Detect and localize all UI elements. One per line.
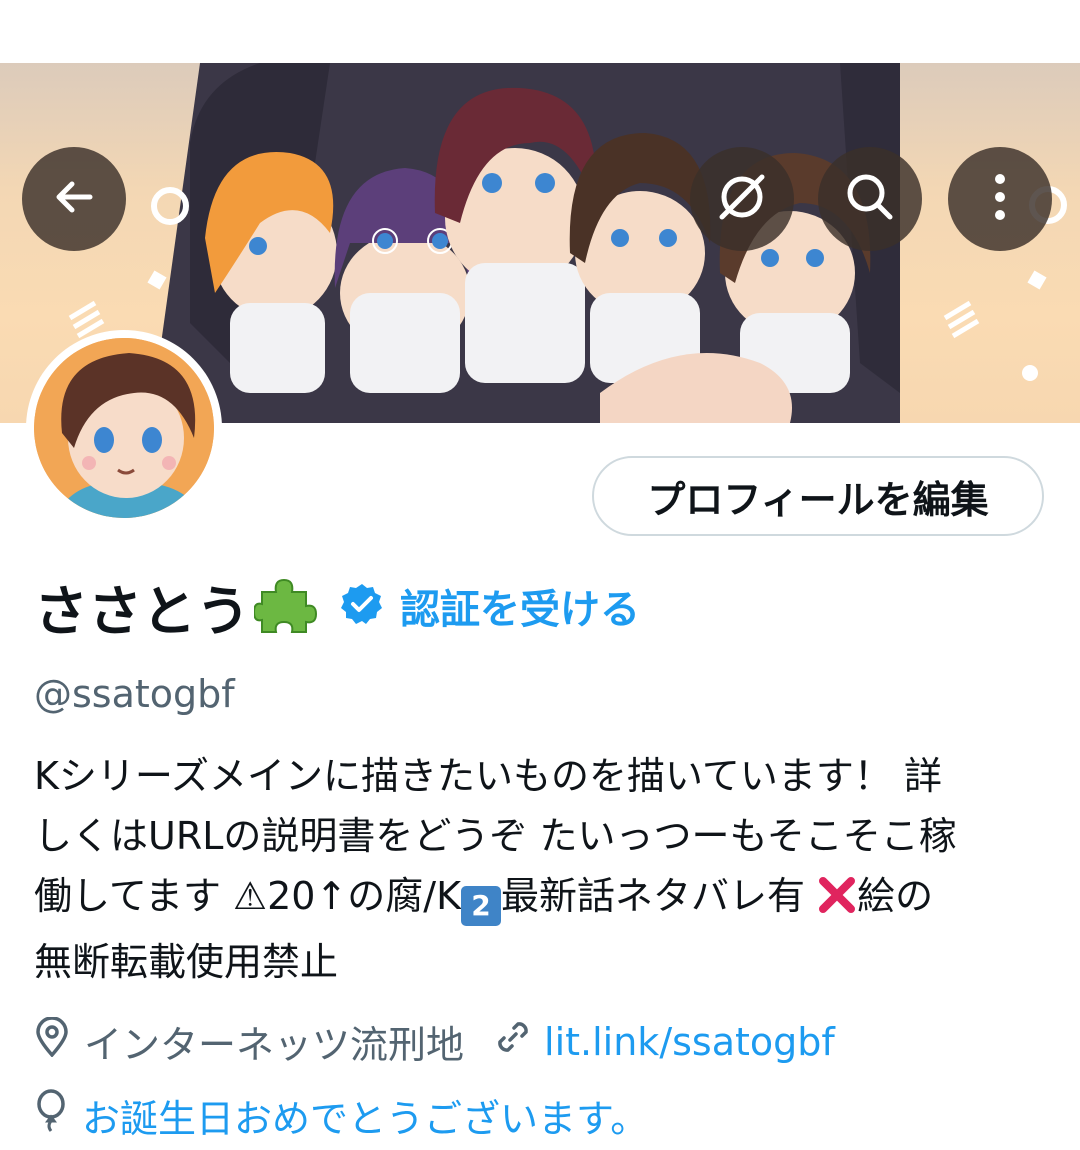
location-text: インターネッツ流刑地	[84, 1023, 465, 1067]
grok-slash-circle-icon	[714, 169, 770, 229]
search-button[interactable]	[818, 147, 922, 251]
balloon-icon	[34, 1089, 68, 1142]
bio-text: 最新話ネタバレ有	[501, 874, 818, 918]
profile-bio: Kシリーズメインに描きたいものを描いています！ 詳 しくはURLの説明書をどうぞ…	[34, 746, 1054, 992]
bio-text: 働してます ⚠20↑の腐/K	[34, 874, 462, 918]
more-options-button[interactable]	[948, 147, 1052, 251]
grok-button[interactable]	[690, 147, 794, 251]
vertical-ellipsis-icon	[990, 169, 1010, 229]
status-bar-area	[0, 0, 1080, 63]
name-row: ささとう 認証を受ける	[34, 566, 640, 646]
arrow-left-icon	[50, 173, 98, 225]
bio-line: 無断転載使用禁止	[34, 940, 339, 984]
display-name: ささとう	[34, 579, 250, 643]
bio-text: 絵の	[857, 874, 934, 918]
link-icon	[494, 1018, 532, 1065]
website-link[interactable]: lit.link/ssatogbf	[544, 1020, 835, 1064]
back-button[interactable]	[22, 147, 126, 251]
bio-line: 働してます ⚠20↑の腐/K 2 最新話ネタバレ有 絵の	[34, 866, 1054, 932]
bio-line: しくはURLの説明書をどうぞ たいっつーもそこそこ稼	[34, 814, 957, 858]
username-handle: @ssatogbf	[34, 672, 235, 716]
bio-line: Kシリーズメインに描きたいものを描いています！ 詳	[34, 754, 942, 798]
edit-profile-button[interactable]: プロフィールを編集	[592, 456, 1044, 536]
get-verified-link[interactable]: 認証を受ける	[400, 577, 640, 635]
profile-avatar[interactable]	[26, 330, 222, 526]
verified-badge-icon[interactable]	[340, 582, 384, 630]
search-icon	[842, 169, 898, 229]
cross-mark-icon	[817, 872, 857, 932]
profile-meta-row: インターネッツ流刑地 lit.link/ssatogbf	[34, 1014, 835, 1069]
birthday-message[interactable]: お誕生日おめでとうございます。	[82, 1088, 648, 1143]
location-pin-icon	[34, 1016, 70, 1066]
avatar-image	[34, 338, 214, 518]
puzzle-piece-icon	[252, 572, 318, 640]
birthday-row: お誕生日おめでとうございます。	[34, 1088, 648, 1143]
keycap-two-emoji: 2	[461, 886, 502, 926]
